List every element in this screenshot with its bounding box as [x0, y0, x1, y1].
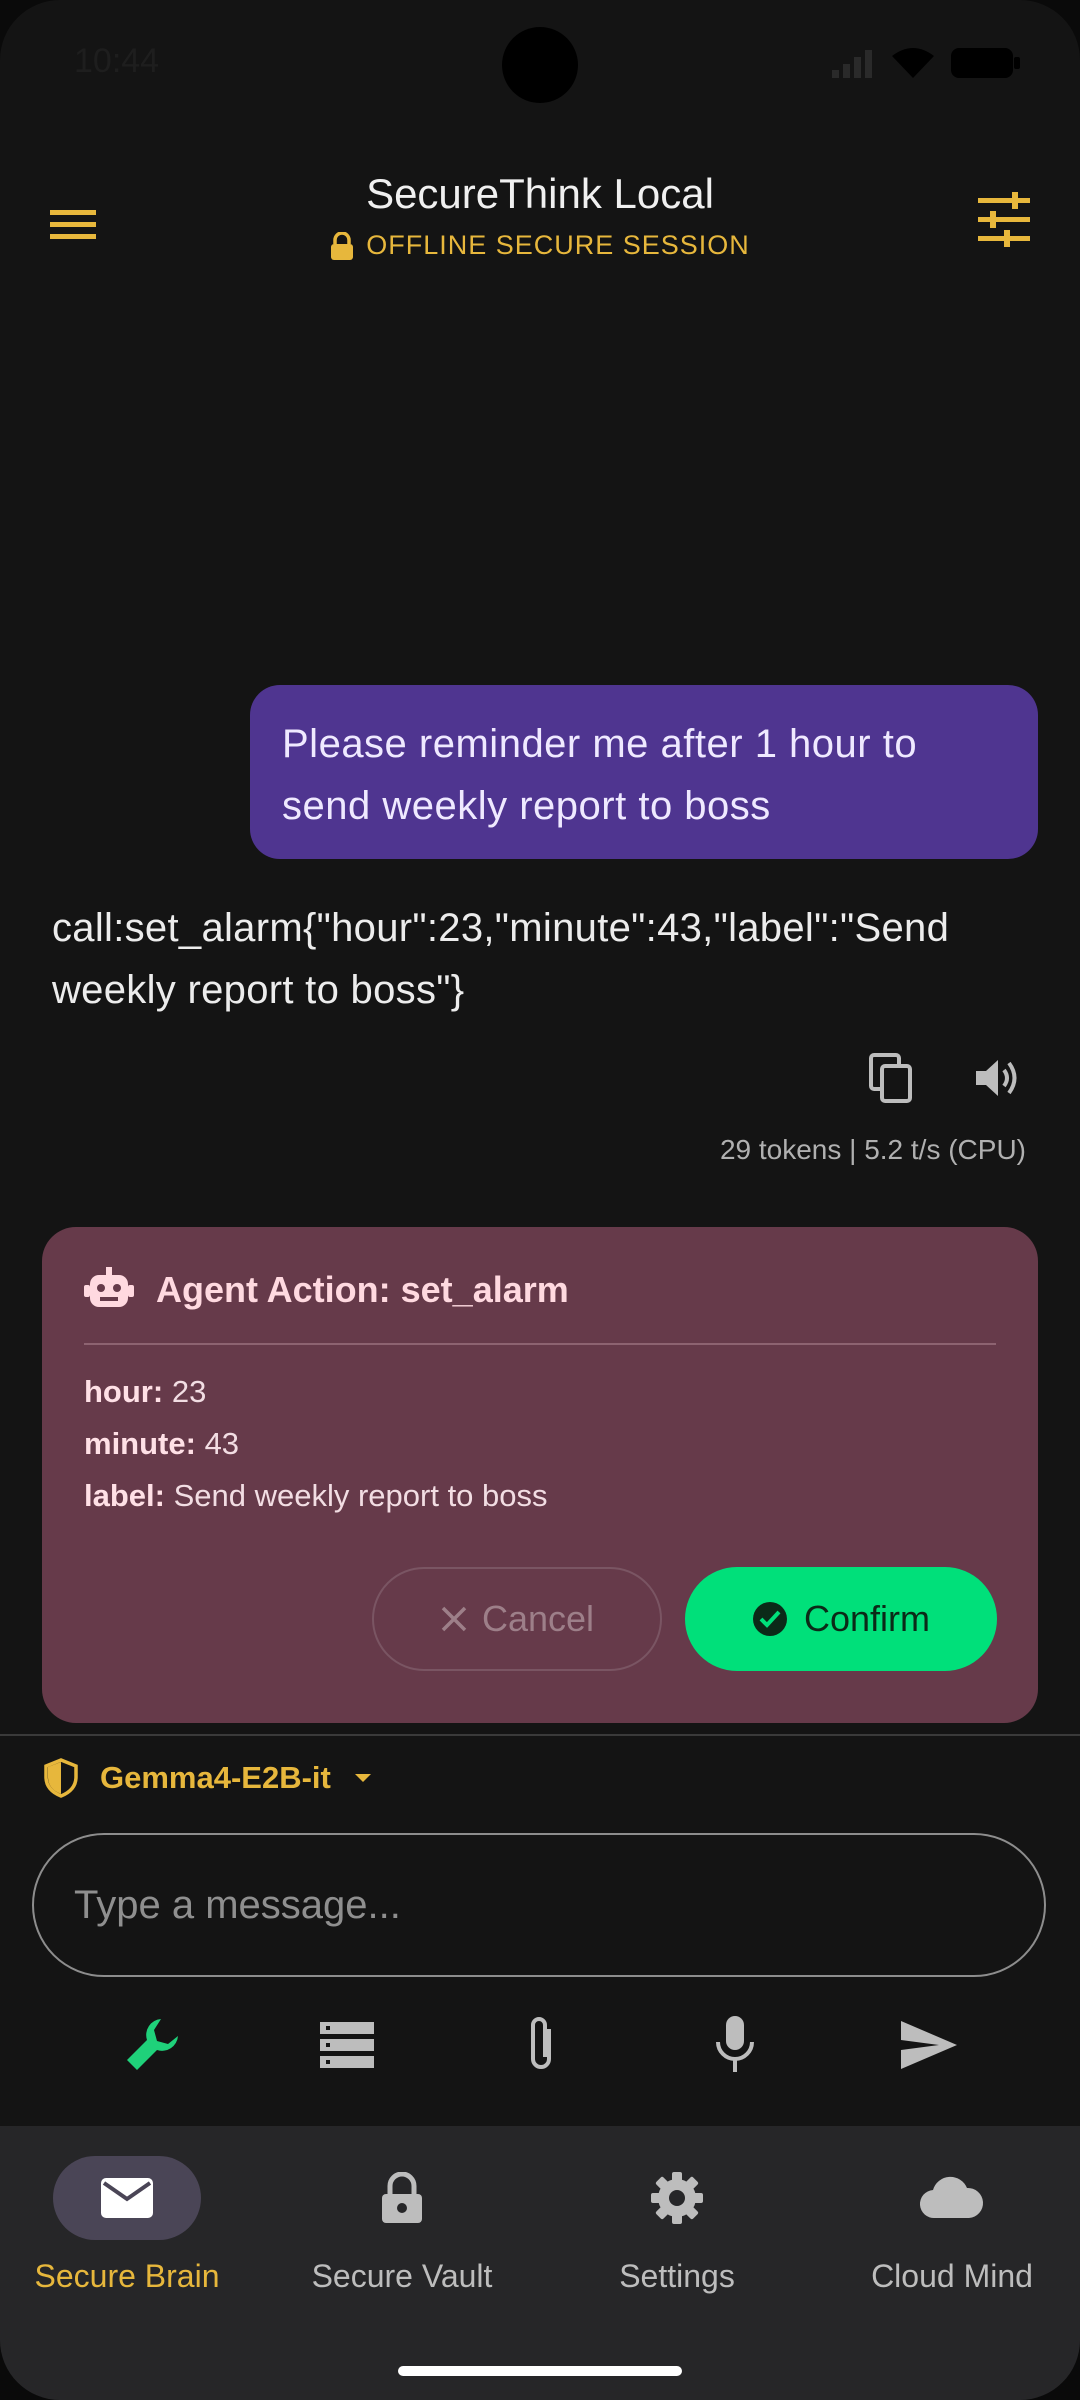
composer-toolbar	[0, 2010, 1080, 2080]
lock-icon	[382, 2172, 422, 2223]
model-name: Gemma4-E2B-it	[100, 1760, 331, 1795]
message-input[interactable]: Type a message...	[32, 1833, 1046, 1977]
param-hour: hour: 23	[84, 1374, 206, 1410]
agent-action-card: Agent Action: set_alarm hour: 23 minute:…	[42, 1227, 1038, 1723]
phone-screen: 10:44 SecureThink Local OFFLINE SECURE S…	[0, 0, 1080, 2400]
nav-settings[interactable]: Settings	[542, 2156, 812, 2295]
card-title: Agent Action: set_alarm	[156, 1269, 569, 1310]
confirm-button[interactable]: Confirm	[685, 1567, 997, 1671]
cancel-button[interactable]: Cancel	[372, 1567, 662, 1671]
app-header: SecureThink Local OFFLINE SECURE SESSION	[0, 160, 1080, 280]
session-status: OFFLINE SECURE SESSION	[0, 230, 1080, 261]
card-header: Agent Action: set_alarm	[84, 1267, 569, 1313]
model-selector[interactable]: Gemma4-E2B-it	[44, 1758, 373, 1798]
signal-icon	[832, 50, 872, 78]
agent-message: call:set_alarm{"hour":23,"minute":43,"la…	[52, 906, 950, 1012]
bottom-navigation: Secure Brain Secure Vault Settings Cloud…	[0, 2126, 1080, 2400]
send-icon[interactable]	[894, 2010, 964, 2080]
cloud-icon	[919, 2176, 984, 2219]
param-value: 43	[204, 1426, 240, 1461]
list-icon[interactable]	[312, 2010, 382, 2080]
param-label: label: Send weekly report to boss	[84, 1478, 548, 1514]
cancel-label: Cancel	[481, 1598, 595, 1639]
nav-pill	[878, 2156, 1026, 2240]
gear-icon	[651, 2172, 703, 2224]
param-key: minute:	[84, 1426, 196, 1461]
param-key: hour:	[84, 1374, 164, 1409]
home-indicator	[398, 2366, 682, 2376]
nav-pill	[328, 2156, 476, 2240]
confirm-label: Confirm	[803, 1598, 931, 1639]
param-minute: minute: 43	[84, 1426, 239, 1462]
tune-icon[interactable]	[974, 190, 1034, 250]
lock-icon	[331, 231, 354, 260]
mic-icon[interactable]	[700, 2010, 770, 2080]
session-status-label: OFFLINE SECURE SESSION	[366, 230, 750, 260]
mail-icon	[101, 2178, 153, 2218]
chevron-down-icon	[354, 1774, 371, 1782]
nav-cloud-mind[interactable]: Cloud Mind	[817, 2156, 1080, 2295]
nav-label: Settings	[619, 2258, 735, 2294]
attach-icon[interactable]	[506, 2010, 576, 2080]
check-circle-icon	[752, 1602, 787, 1636]
close-icon	[441, 1606, 467, 1632]
speaker-icon[interactable]	[969, 1050, 1025, 1106]
app-title: SecureThink Local	[366, 170, 714, 217]
param-value: 23	[171, 1374, 207, 1409]
nav-pill	[53, 2156, 201, 2240]
wrench-icon[interactable]	[118, 2010, 188, 2080]
generation-stats: 29 tokens | 5.2 t/s (CPU)	[719, 1134, 1026, 1165]
status-bar: 10:44	[0, 0, 1080, 130]
robot-icon	[84, 1267, 134, 1307]
nav-label: Secure Vault	[311, 2258, 493, 2294]
nav-secure-vault[interactable]: Secure Vault	[267, 2156, 537, 2295]
status-time: 10:44	[74, 42, 160, 80]
param-key: label:	[84, 1478, 165, 1513]
message-input-placeholder: Type a message...	[74, 1882, 401, 1927]
battery-icon	[951, 48, 1020, 78]
copy-icon[interactable]	[863, 1050, 919, 1106]
status-icons	[832, 46, 1022, 80]
nav-pill	[603, 2156, 751, 2240]
message-actions	[863, 1050, 1025, 1106]
shield-icon	[44, 1758, 78, 1798]
user-message-bubble: Please reminder me after 1 hour to send …	[250, 685, 1038, 859]
camera-cutout	[502, 27, 578, 103]
composer-divider	[0, 1734, 1080, 1736]
wifi-icon	[892, 48, 934, 78]
nav-secure-brain[interactable]: Secure Brain	[0, 2156, 262, 2295]
nav-label: Cloud Mind	[871, 2258, 1033, 2294]
card-divider	[84, 1343, 996, 1345]
param-value: Send weekly report to boss	[173, 1478, 548, 1513]
nav-label: Secure Brain	[34, 2258, 220, 2294]
